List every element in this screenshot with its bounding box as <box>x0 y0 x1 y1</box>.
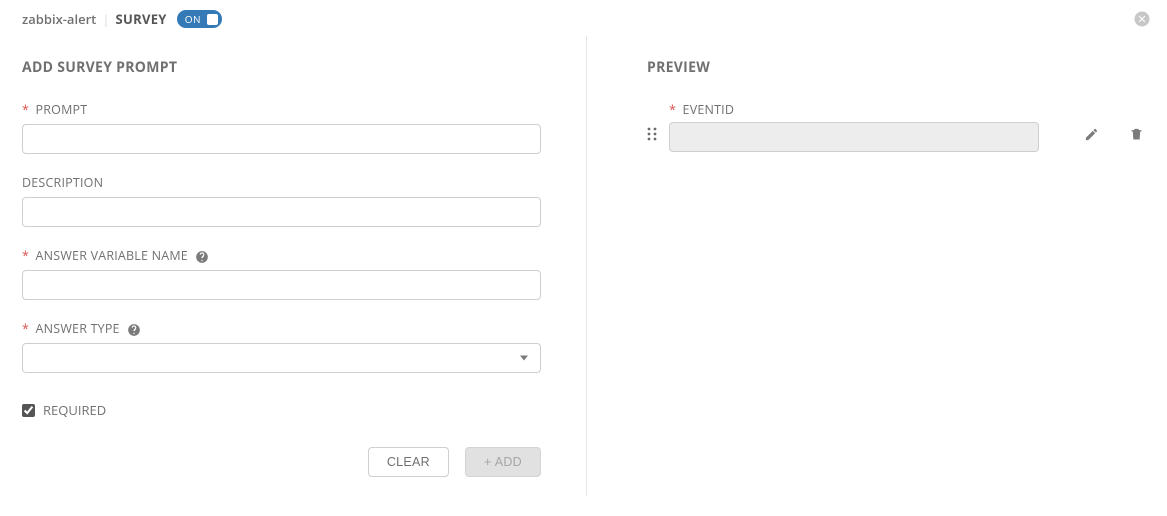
trash-icon <box>1129 128 1144 146</box>
survey-toggle[interactable]: ON <box>177 10 222 28</box>
preview-panel: PREVIEW * EVENTID <box>587 36 1145 496</box>
answer-variable-name-label: * ANSWER VARIABLE NAME <box>22 247 541 264</box>
prompt-input[interactable] <box>22 124 541 154</box>
description-label-text: DESCRIPTION <box>22 174 103 191</box>
close-button[interactable] <box>1133 10 1151 28</box>
answer-variable-name-label-text: ANSWER VARIABLE NAME <box>36 247 188 264</box>
drag-handle[interactable] <box>647 127 661 152</box>
help-icon[interactable] <box>127 323 141 337</box>
add-survey-prompt-title: ADD SURVEY PROMPT <box>22 58 541 77</box>
required-label: REQUIRED <box>43 401 106 419</box>
answer-type-select[interactable] <box>22 343 541 373</box>
preview-title: PREVIEW <box>647 58 1145 77</box>
delete-button[interactable] <box>1129 127 1144 146</box>
prompt-label-text: PROMPT <box>36 101 88 118</box>
preview-item: * EVENTID <box>647 101 1145 152</box>
preview-item-label: * EVENTID <box>669 101 1039 118</box>
required-asterisk: * <box>22 101 29 118</box>
required-row: REQUIRED <box>22 401 541 419</box>
clear-button[interactable]: CLEAR <box>368 447 449 477</box>
answer-type-label-text: ANSWER TYPE <box>36 320 120 337</box>
preview-item-label-text: EVENTID <box>683 101 735 118</box>
answer-type-label: * ANSWER TYPE <box>22 320 541 337</box>
description-label: DESCRIPTION <box>22 174 541 191</box>
drag-icon <box>647 127 657 145</box>
preview-item-input[interactable] <box>669 122 1039 152</box>
prompt-group: * PROMPT <box>22 101 541 154</box>
header-bar: zabbix-alert | SURVEY ON <box>0 0 1167 36</box>
separator: | <box>102 10 109 28</box>
answer-variable-name-group: * ANSWER VARIABLE NAME <box>22 247 541 300</box>
button-row: CLEAR + ADD <box>22 447 541 477</box>
preview-actions <box>1084 127 1144 152</box>
pencil-icon <box>1084 128 1099 146</box>
answer-variable-name-input[interactable] <box>22 270 541 300</box>
required-asterisk: * <box>22 247 29 264</box>
body: ADD SURVEY PROMPT * PROMPT DESCRIPTION *… <box>0 36 1167 516</box>
tab-name: SURVEY <box>115 10 166 28</box>
add-button[interactable]: + ADD <box>465 447 541 477</box>
description-input[interactable] <box>22 197 541 227</box>
close-icon <box>1133 14 1151 32</box>
required-checkbox[interactable] <box>22 404 35 417</box>
required-asterisk: * <box>22 320 29 337</box>
required-asterisk: * <box>669 101 676 118</box>
help-icon[interactable] <box>195 250 209 264</box>
survey-toggle-knob <box>207 14 218 25</box>
add-survey-prompt-panel: ADD SURVEY PROMPT * PROMPT DESCRIPTION *… <box>22 36 587 496</box>
alert-name: zabbix-alert <box>22 10 96 28</box>
prompt-label: * PROMPT <box>22 101 541 118</box>
description-group: DESCRIPTION <box>22 174 541 227</box>
answer-type-group: * ANSWER TYPE <box>22 320 541 373</box>
chevron-down-icon <box>520 356 528 361</box>
survey-toggle-label: ON <box>185 12 201 26</box>
preview-field: * EVENTID <box>669 101 1039 152</box>
edit-button[interactable] <box>1084 127 1099 146</box>
